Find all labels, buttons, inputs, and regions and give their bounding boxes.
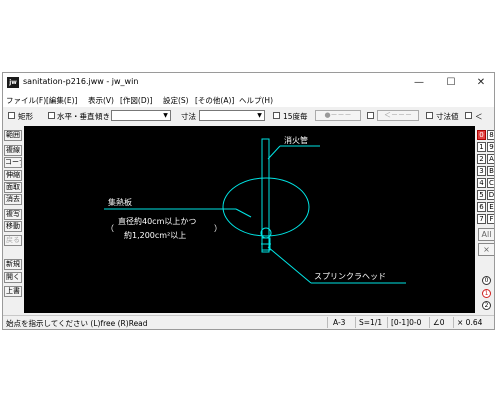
status-divider (453, 317, 454, 328)
note-line1: 直径約40cm以上かつ (118, 216, 196, 226)
dim-label: 寸法 (181, 112, 196, 121)
pipe (261, 138, 270, 253)
note-paren-open: （ (106, 224, 114, 233)
status-divider (327, 317, 328, 328)
menu-edit[interactable]: [編集(E)] (46, 95, 77, 106)
menu-settings[interactable]: 設定(S) (163, 95, 189, 106)
layer-1[interactable]: 1 (477, 142, 486, 152)
menu-view[interactable]: 表示(V) (88, 95, 114, 106)
layer-9[interactable]: 9 (487, 142, 494, 152)
arrow-line-button[interactable]: ＜－－－ (377, 110, 419, 121)
plate-label: 集熱板 (108, 197, 132, 207)
dim-combo[interactable]: ▼ (199, 110, 265, 121)
tool-offset[interactable]: 複線 (4, 145, 22, 156)
menu-draw[interactable]: [作図(D)] (120, 95, 152, 106)
tool-new[interactable]: 新規 (4, 259, 22, 270)
heat-collector-plate (222, 177, 310, 237)
circle-line-button[interactable]: ●－－－ (315, 110, 361, 121)
tool-erase[interactable]: 消去 (4, 194, 22, 205)
layer-4[interactable]: 4 (477, 178, 486, 188)
layer-B[interactable]: B (487, 166, 494, 176)
tool-stretch[interactable]: 伸縮 (4, 170, 22, 181)
menu-help[interactable]: ヘルプ(H) (239, 95, 273, 106)
status-divider (429, 317, 430, 328)
minimize-button[interactable]: — (407, 75, 431, 90)
deg15-checkbox[interactable] (273, 112, 280, 119)
head-leader (267, 246, 312, 284)
chevron-down-icon: ▼ (257, 112, 262, 119)
group-2[interactable]: 2 (482, 301, 491, 310)
toolbar: 矩形 水平・垂直 傾き ▼ 寸法 ▼ 15度毎 ●－－－ ＜－－－ 寸法値 ＜ (3, 108, 494, 124)
tool-chamfer[interactable]: 面取 (4, 182, 22, 193)
note-line2: 約1,200cm²以上 (124, 230, 186, 240)
layer-C[interactable]: C (487, 178, 494, 188)
menu-bar: ファイル(F) [編集(E)] 表示(V) [作図(D)] 設定(S) [その他… (3, 93, 494, 107)
tool-open[interactable]: 開く (4, 272, 22, 283)
status-divider (387, 317, 388, 328)
title-bar: jw sanitation-p216.jww - jw_win — ☐ ✕ (3, 73, 494, 93)
layer-A[interactable]: A (487, 154, 494, 164)
tool-range[interactable]: 範囲 (4, 130, 22, 141)
note-paren-close: ） (214, 224, 222, 233)
layer-8[interactable]: 8 (487, 130, 494, 140)
status-bar: 始点を指示してください (L)free (R)Read A-3 S=1/1 [0… (3, 315, 494, 329)
hv-label: 水平・垂直 (57, 112, 95, 121)
status-angle[interactable]: ∠0 (433, 318, 445, 327)
tilt-combo[interactable]: ▼ (111, 110, 171, 121)
hv-checkbox[interactable] (48, 112, 55, 119)
layer-F[interactable]: F (487, 214, 494, 224)
status-zoom[interactable]: × 0.64 (457, 318, 482, 327)
drawing-canvas[interactable]: 消火管 集熱板 （ 直径約40cm以上かつ 約1,200cm²以上 ） スプリン… (24, 126, 475, 313)
right-toolbar: 0 8 1 9 2 A 3 B 4 C 5 D 6 E 7 F All × 0 … (476, 126, 494, 316)
status-scale[interactable]: S=1/1 (359, 318, 382, 327)
rect-checkbox[interactable] (8, 112, 15, 119)
layer-0[interactable]: 0 (477, 130, 486, 140)
drawing-svg: 消火管 集熱板 （ 直径約40cm以上かつ 約1,200cm²以上 ） スプリン… (104, 135, 406, 284)
all-layers-button[interactable]: All (478, 228, 494, 241)
menu-file[interactable]: ファイル(F) (6, 95, 46, 106)
dimval-checkbox[interactable] (426, 112, 433, 119)
layer-close-button[interactable]: × (478, 243, 494, 256)
app-window: jw sanitation-p216.jww - jw_win — ☐ ✕ ファ… (2, 72, 495, 330)
status-divider (355, 317, 356, 328)
left-toolbar: 範囲 複線 コーナー 伸縮 面取 消去 複写 移動 戻る 新規 開く 上書 (3, 126, 23, 316)
maximize-button[interactable]: ☐ (439, 75, 463, 90)
plate-leader (235, 208, 252, 218)
menu-other[interactable]: [その他(A)] (195, 95, 234, 106)
layer-5[interactable]: 5 (477, 190, 486, 200)
lt-label: ＜ (475, 112, 483, 121)
pipe-leader (267, 145, 281, 160)
dimval-label: 寸法値 (436, 112, 459, 121)
layer-D[interactable]: D (487, 190, 494, 200)
tool-copy[interactable]: 複写 (4, 209, 22, 220)
close-button[interactable]: ✕ (469, 75, 493, 90)
lt-checkbox[interactable] (465, 112, 472, 119)
tool-corner[interactable]: コーナー (4, 157, 22, 168)
group-0[interactable]: 0 (482, 276, 491, 285)
tool-undo[interactable]: 戻る (4, 235, 22, 246)
rect-label: 矩形 (18, 112, 33, 121)
tilt-label: 傾き (95, 112, 110, 121)
deg15-label: 15度毎 (283, 112, 308, 121)
chevron-down-icon: ▼ (163, 112, 168, 119)
arrow-checkbox[interactable] (367, 112, 374, 119)
tool-move[interactable]: 移動 (4, 221, 22, 232)
tool-save[interactable]: 上書 (4, 286, 22, 297)
window-title: sanitation-p216.jww - jw_win (23, 77, 139, 86)
status-layer[interactable]: [0-1]0-0 (391, 318, 421, 327)
head-label: スプリンクラヘッド (314, 272, 386, 281)
pipe-label: 消火管 (284, 135, 308, 145)
status-paper[interactable]: A-3 (333, 318, 345, 327)
status-prompt: 始点を指示してください (L)free (R)Read (6, 319, 148, 328)
app-icon: jw (7, 77, 19, 88)
layer-E[interactable]: E (487, 202, 494, 212)
layer-2[interactable]: 2 (477, 154, 486, 164)
layer-3[interactable]: 3 (477, 166, 486, 176)
layer-7[interactable]: 7 (477, 214, 486, 224)
layer-6[interactable]: 6 (477, 202, 486, 212)
group-1[interactable]: 1 (482, 289, 491, 298)
